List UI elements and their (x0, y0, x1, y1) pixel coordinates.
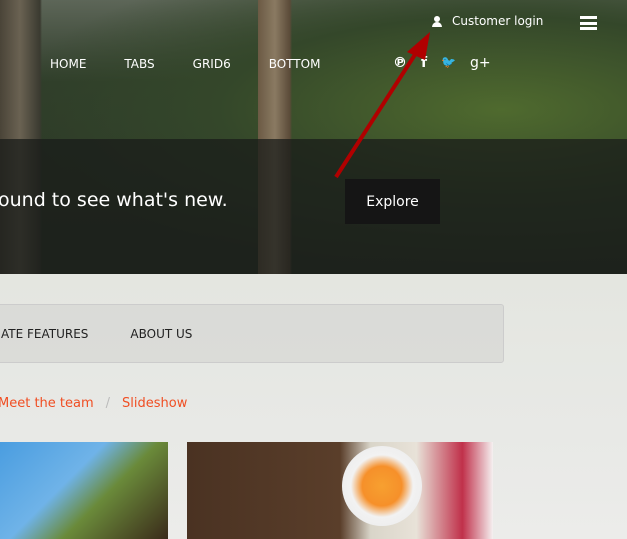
annotation-arrow (334, 32, 430, 179)
